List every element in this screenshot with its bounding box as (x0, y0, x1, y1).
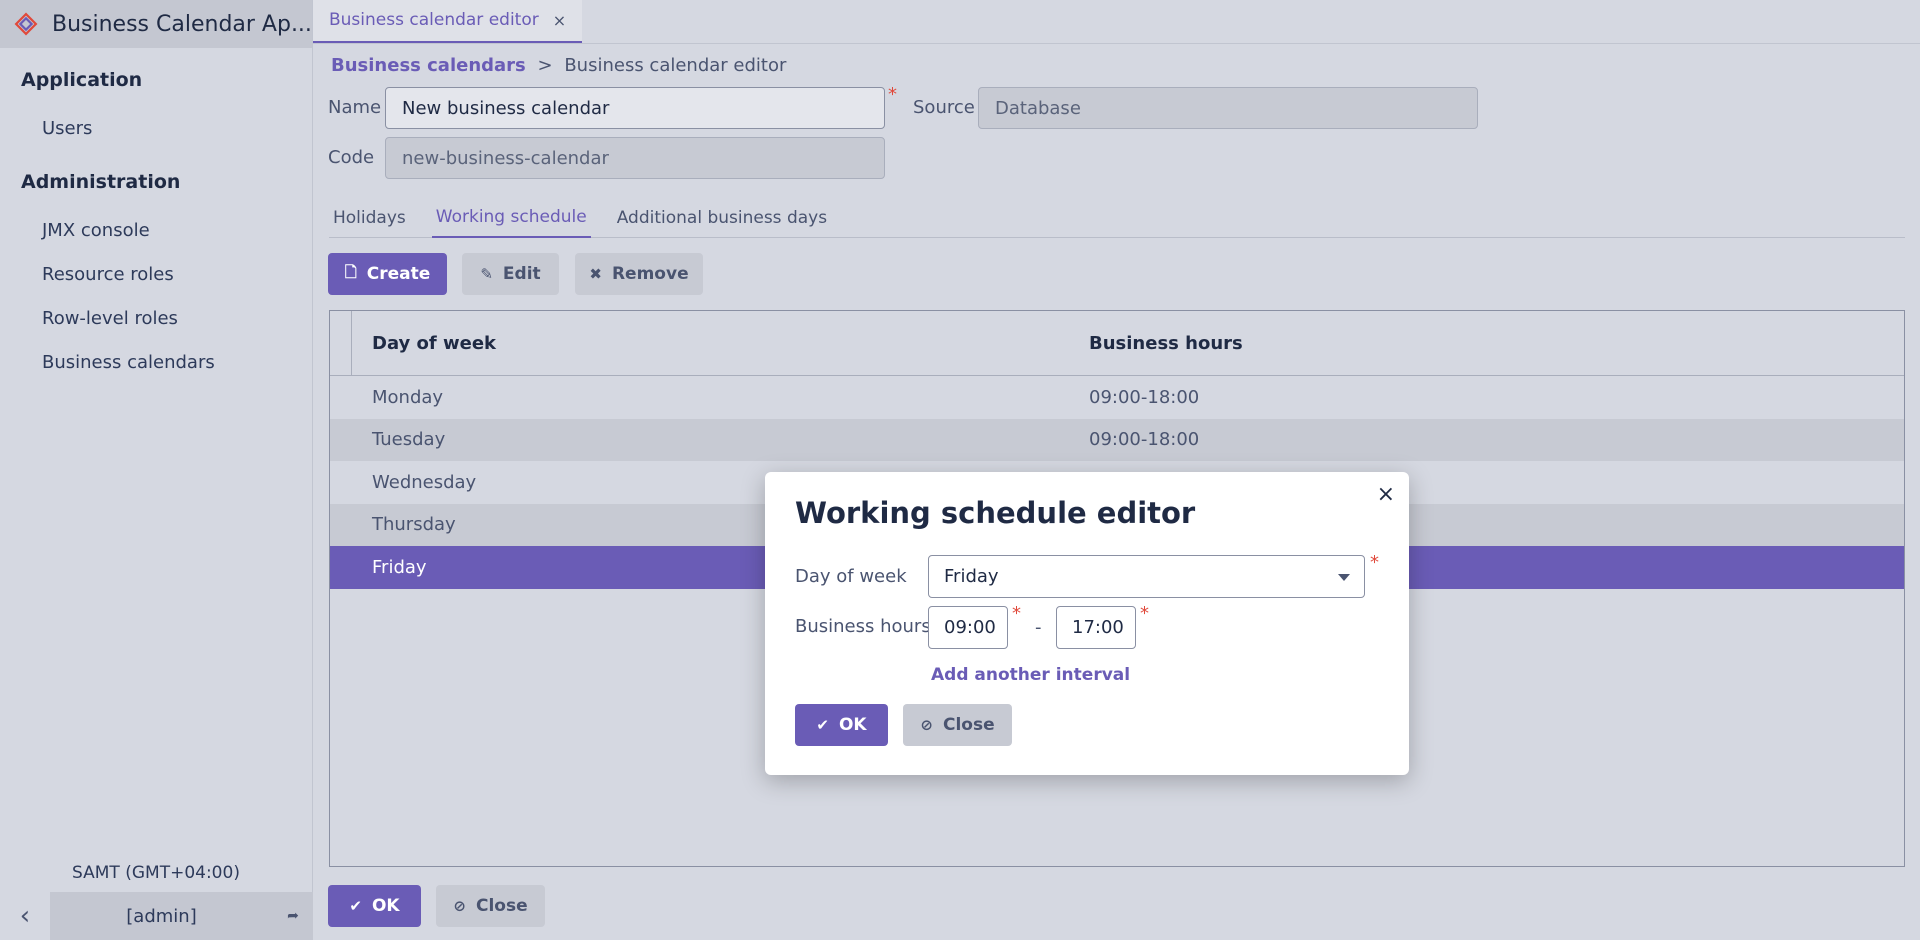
from-required-mark: * (1012, 603, 1021, 624)
dialog-close-label: Close (942, 715, 995, 735)
day-of-week-label: Day of week (795, 566, 907, 587)
hours-separator: - (1035, 617, 1042, 638)
dialog-ok-label: OK (838, 715, 867, 735)
hours-to-input[interactable]: 17:00 (1056, 606, 1136, 649)
check-icon: ✔ (816, 716, 829, 734)
day-of-week-value: Friday (944, 566, 999, 587)
day-of-week-select[interactable]: Friday (928, 555, 1365, 598)
add-another-interval-link[interactable]: Add another interval (931, 665, 1130, 685)
dialog-close-button[interactable]: ⊘ Close (903, 704, 1012, 746)
chevron-down-icon (1338, 574, 1350, 581)
dialog-close-icon[interactable]: × (1377, 482, 1395, 507)
to-required-mark: * (1140, 603, 1149, 624)
dialog-ok-button[interactable]: ✔ OK (795, 704, 888, 746)
dialog-title: Working schedule editor (795, 496, 1196, 530)
dialog-overlay: Working schedule editor × Day of week Fr… (0, 0, 1920, 940)
ban-icon: ⊘ (920, 716, 933, 734)
hours-from-input[interactable]: 09:00 (928, 606, 1008, 649)
business-hours-label: Business hours (795, 616, 931, 637)
day-required-mark: * (1370, 552, 1379, 573)
working-schedule-editor-dialog: Working schedule editor × Day of week Fr… (765, 472, 1409, 775)
